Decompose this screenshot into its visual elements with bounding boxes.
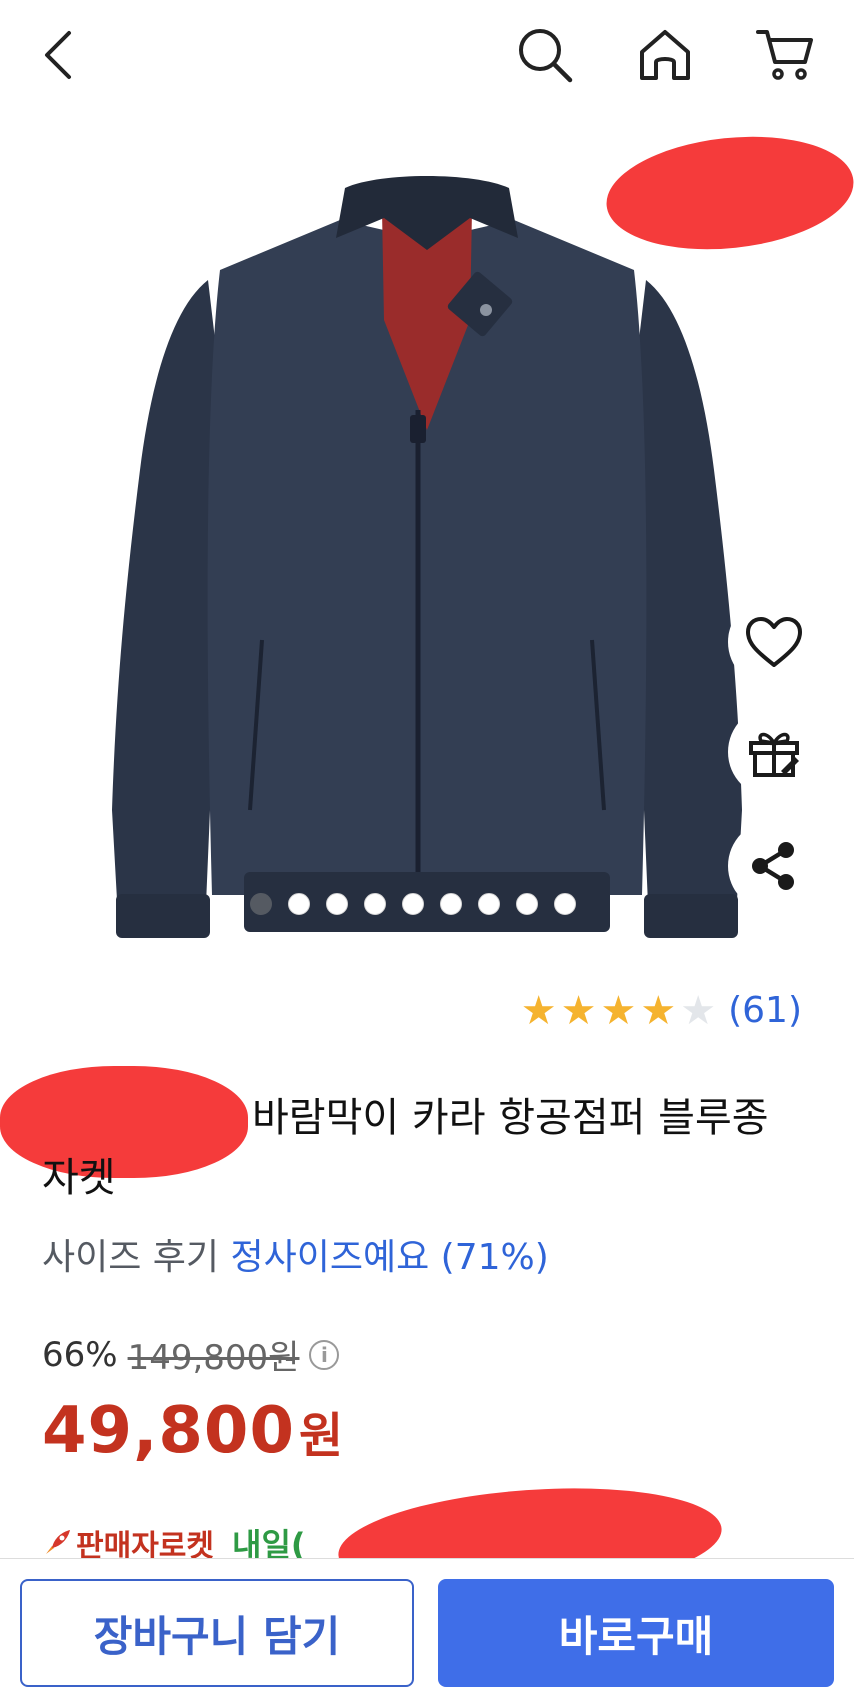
sale-price: 49,800원 (42, 1394, 344, 1468)
gift-button[interactable] (728, 706, 820, 798)
size-review: 사이즈 후기 정사이즈예요 (71%) (42, 1228, 549, 1280)
star-icon: ★ (560, 987, 597, 1034)
carousel-indicator (250, 893, 576, 915)
sale-price-amount: 49,800 (42, 1394, 295, 1468)
info-icon[interactable]: i (309, 1339, 340, 1370)
product-title: 바람막이 카라 항공점퍼 블루종 자켓 (42, 1088, 812, 1208)
carousel-dot[interactable] (326, 893, 348, 915)
sale-price-currency: 원 (298, 1408, 345, 1464)
search-icon (519, 29, 573, 83)
top-navigation-bar (0, 0, 854, 111)
home-button[interactable] (632, 22, 698, 88)
star-icon: ★ (600, 987, 637, 1034)
star-icon: ★ (640, 987, 677, 1034)
star-empty-icon: ★ (680, 987, 717, 1034)
price-row: 66% 149,800원 i (42, 1330, 340, 1379)
share-button[interactable] (728, 820, 820, 912)
carousel-dot[interactable] (554, 893, 576, 915)
carousel-dot[interactable] (516, 893, 538, 915)
wishlist-button[interactable] (728, 596, 820, 688)
buy-now-button[interactable]: 바로구매 (438, 1579, 834, 1687)
cart-icon (756, 30, 813, 80)
carousel-dot[interactable] (250, 893, 272, 915)
carousel-dot[interactable] (402, 893, 424, 915)
add-to-cart-button[interactable]: 장바구니 담기 (20, 1579, 414, 1687)
share-icon (752, 842, 794, 890)
size-review-value[interactable]: 정사이즈예요 (71%) (231, 1237, 549, 1278)
product-title-text: 바람막이 카라 항공점퍼 블루종 자켓 (42, 1095, 769, 1201)
carousel-dot[interactable] (478, 893, 500, 915)
rating-summary[interactable]: ★ ★ ★ ★ ★ (61) (521, 990, 802, 1031)
carousel-dot[interactable] (440, 893, 462, 915)
bottom-action-bar: 장바구니 담기 바로구매 (0, 1558, 854, 1707)
review-count[interactable]: (61) (728, 990, 802, 1031)
discount-rate: 66% (42, 1334, 118, 1375)
cart-button[interactable] (752, 22, 818, 88)
search-button[interactable] (512, 22, 578, 88)
star-icon: ★ (520, 987, 557, 1034)
carousel-dot[interactable] (288, 893, 310, 915)
size-review-label: 사이즈 후기 (42, 1237, 220, 1278)
home-icon (640, 30, 690, 80)
carousel-dot[interactable] (364, 893, 386, 915)
heart-icon (746, 617, 802, 667)
original-price: 149,800원 (127, 1338, 300, 1378)
rocket-icon (46, 1530, 70, 1554)
gift-icon (749, 732, 799, 777)
back-button[interactable] (24, 22, 90, 88)
chevron-left-icon (45, 31, 71, 79)
